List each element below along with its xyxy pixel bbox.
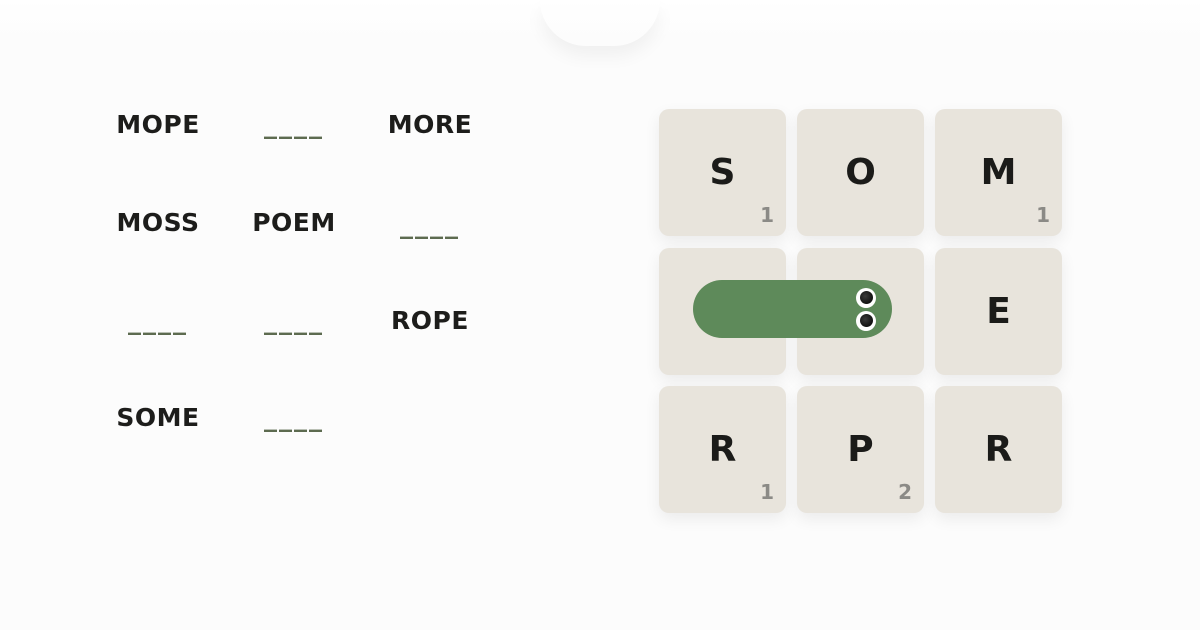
worm-eye-icon xyxy=(856,288,876,308)
letter-tile[interactable]: P 2 xyxy=(797,386,924,513)
word-slot-blank: ____ xyxy=(264,110,324,140)
word-slot: ROPE xyxy=(391,306,469,335)
word-slot-blank: ____ xyxy=(128,306,188,336)
tile-count: 2 xyxy=(898,480,912,504)
word-slot: SOME xyxy=(116,403,200,432)
word-slot: MOSS xyxy=(116,208,200,237)
word-list: MOPE ____ MORE MOSS POEM ____ ____ ____ … xyxy=(0,0,560,630)
tile-letter: E xyxy=(986,291,1011,332)
worm-cursor-icon xyxy=(693,280,892,338)
tile-count: 1 xyxy=(760,203,774,227)
tile-letter: O xyxy=(845,152,876,193)
word-slot: MORE xyxy=(387,110,473,139)
word-slot-blank: ____ xyxy=(264,403,324,433)
worm-pupil xyxy=(860,291,873,304)
word-slot: POEM xyxy=(252,208,336,237)
letter-tile[interactable]: E xyxy=(935,248,1062,375)
tile-count: 1 xyxy=(1036,203,1050,227)
letter-tile[interactable]: M 1 xyxy=(935,109,1062,236)
letter-tile[interactable]: R xyxy=(935,386,1062,513)
letter-tile[interactable]: S 1 xyxy=(659,109,786,236)
letter-tile[interactable]: R 1 xyxy=(659,386,786,513)
worm-eye-icon xyxy=(856,311,876,331)
tile-count: 1 xyxy=(760,480,774,504)
tile-letter: R xyxy=(984,429,1013,470)
letter-tile[interactable]: O xyxy=(797,109,924,236)
word-slot-blank: ____ xyxy=(264,306,324,336)
game-canvas: MOPE ____ MORE MOSS POEM ____ ____ ____ … xyxy=(0,0,1200,630)
worm-pupil xyxy=(860,314,873,327)
word-slot-blank: ____ xyxy=(400,210,460,240)
word-slot: MOPE xyxy=(116,110,200,139)
